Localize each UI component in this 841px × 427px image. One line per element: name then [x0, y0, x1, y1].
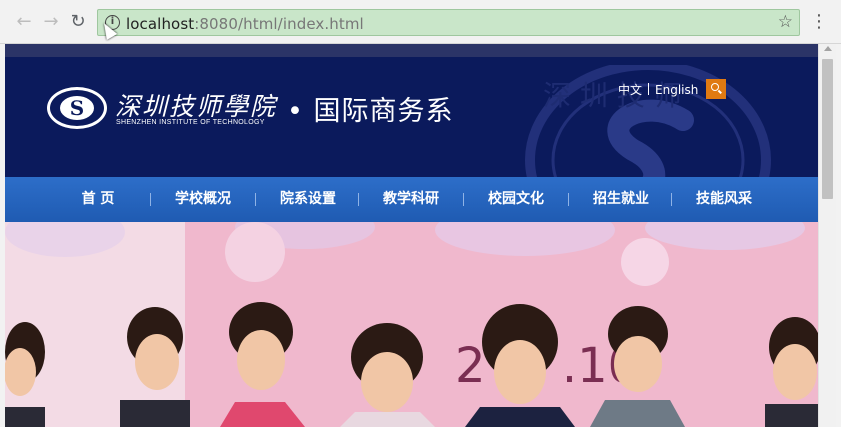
url-host: localhost — [126, 15, 195, 33]
nav-item-skills[interactable]: 技能风采 — [686, 177, 762, 222]
nav-item-admissions[interactable]: 招生就业 — [583, 177, 659, 222]
department-name: • 国际商务系 — [287, 96, 454, 127]
school-logo-seal[interactable]: S — [47, 87, 107, 129]
school-name-cn[interactable]: 深圳技师學院 — [115, 87, 277, 123]
reload-icon[interactable]: ↻ — [68, 12, 88, 32]
nav-item-home[interactable]: 首 页 — [63, 177, 133, 222]
address-bar[interactable]: i localhost:8080/html/index.html ☆ — [97, 9, 800, 36]
more-vertical-icon[interactable]: ⋮ — [810, 12, 828, 32]
url-text[interactable]: localhost:8080/html/index.html — [126, 15, 364, 33]
scroll-thumb[interactable] — [822, 59, 833, 199]
scroll-up-icon[interactable] — [824, 46, 832, 51]
lang-english-link[interactable]: English — [655, 83, 698, 97]
nav-item-departments[interactable]: 院系设置 — [270, 177, 346, 222]
banner-photo: 2 6. .10 — [5, 222, 818, 427]
nav-divider — [463, 193, 464, 206]
school-name-en: SHENZHEN INSTITUTE OF TECHNOLOGY — [116, 119, 265, 126]
nav-item-about[interactable]: 学校概况 — [165, 177, 241, 222]
nav-item-culture[interactable]: 校园文化 — [478, 177, 554, 222]
nav-divider — [671, 193, 672, 206]
url-path: :8080/html/index.html — [194, 15, 364, 33]
nav-divider — [358, 193, 359, 206]
page-scrollbar[interactable] — [818, 44, 836, 427]
seal-letter: S — [60, 96, 94, 120]
lang-divider — [648, 83, 650, 95]
main-nav: 首 页 学校概况 院系设置 教学科研 校园文化 招生就业 技能风采 — [5, 177, 818, 222]
banner-slideshow[interactable]: 2 6. .10 — [5, 222, 818, 427]
lang-chinese-link[interactable]: 中文 — [618, 83, 642, 97]
top-strip — [5, 44, 818, 57]
back-icon[interactable]: ← — [14, 12, 34, 32]
star-icon[interactable]: ☆ — [778, 12, 793, 32]
window-right-edge — [836, 44, 841, 427]
page-viewport: 深 圳 技 师 S 深圳技师學院 SHENZHEN INSTITUTE OF T… — [5, 44, 818, 427]
nav-divider — [150, 193, 151, 206]
nav-item-research[interactable]: 教学科研 — [373, 177, 449, 222]
nav-divider — [568, 193, 569, 206]
nav-divider — [255, 193, 256, 206]
search-button[interactable] — [706, 79, 726, 99]
language-switcher: 中文 English — [618, 81, 698, 98]
forward-icon[interactable]: → — [41, 12, 61, 32]
browser-toolbar: ← → ↻ i localhost:8080/html/index.html ☆… — [0, 0, 841, 44]
site-header: 深 圳 技 师 S 深圳技师學院 SHENZHEN INSTITUTE OF T… — [5, 57, 818, 177]
